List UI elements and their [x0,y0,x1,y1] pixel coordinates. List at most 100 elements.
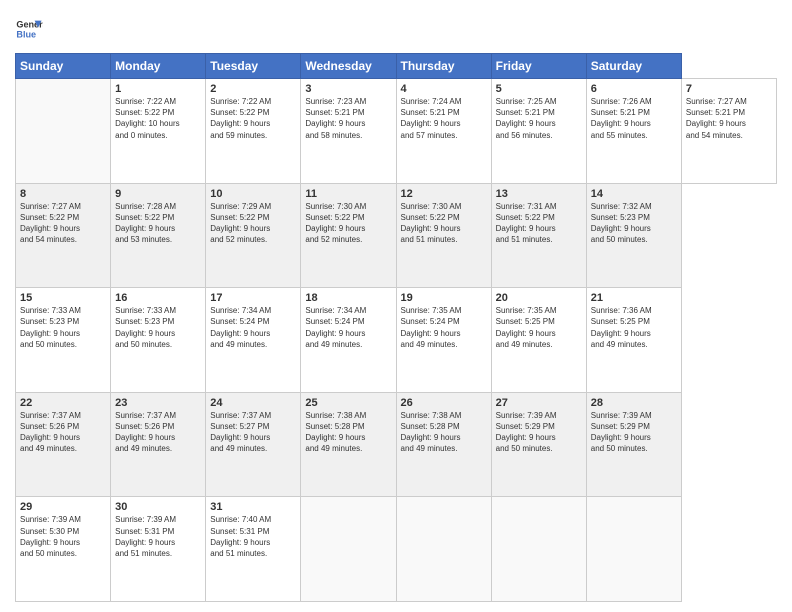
day-info: Sunrise: 7:38 AM Sunset: 5:28 PM Dayligh… [401,410,487,455]
column-header-friday: Friday [491,54,586,79]
day-cell-13: 13Sunrise: 7:31 AM Sunset: 5:22 PM Dayli… [491,183,586,288]
day-info: Sunrise: 7:27 AM Sunset: 5:21 PM Dayligh… [686,96,772,141]
day-info: Sunrise: 7:37 AM Sunset: 5:26 PM Dayligh… [115,410,201,455]
day-info: Sunrise: 7:29 AM Sunset: 5:22 PM Dayligh… [210,201,296,246]
day-number: 8 [20,188,106,200]
day-cell-2: 2Sunrise: 7:22 AM Sunset: 5:22 PM Daylig… [206,79,301,184]
column-header-thursday: Thursday [396,54,491,79]
day-cell-12: 12Sunrise: 7:30 AM Sunset: 5:22 PM Dayli… [396,183,491,288]
day-number: 1 [115,83,201,95]
calendar-body: 1 Sunrise: 7:22 AM Sunset: 5:22 PM Daylig… [16,79,777,602]
day-info: Sunrise: 7:37 AM Sunset: 5:26 PM Dayligh… [20,410,106,455]
day-cell-9: 9Sunrise: 7:28 AM Sunset: 5:22 PM Daylig… [111,183,206,288]
logo: General Blue [15,15,43,43]
column-header-sunday: Sunday [16,54,111,79]
day-info: Sunrise: 7:24 AM Sunset: 5:21 PM Dayligh… [401,96,487,141]
day-number: 26 [401,397,487,409]
column-header-monday: Monday [111,54,206,79]
empty-cell [301,497,396,602]
day-number: 12 [401,188,487,200]
day-cell-29: 29Sunrise: 7:39 AM Sunset: 5:30 PM Dayli… [16,497,111,602]
day-info: Sunrise: 7:30 AM Sunset: 5:22 PM Dayligh… [305,201,391,246]
day-info: Sunrise: 7:40 AM Sunset: 5:31 PM Dayligh… [210,514,296,559]
empty-cell [16,79,111,184]
logo-icon: General Blue [15,15,43,43]
main-container: General Blue SundayMondayTuesdayWednesda… [0,0,792,612]
day-cell-26: 26Sunrise: 7:38 AM Sunset: 5:28 PM Dayli… [396,392,491,497]
day-cell-14: 14Sunrise: 7:32 AM Sunset: 5:23 PM Dayli… [586,183,681,288]
day-number: 20 [496,292,582,304]
day-number: 22 [20,397,106,409]
day-cell-16: 16Sunrise: 7:33 AM Sunset: 5:23 PM Dayli… [111,288,206,393]
day-info: Sunrise: 7:28 AM Sunset: 5:22 PM Dayligh… [115,201,201,246]
day-number: 9 [115,188,201,200]
column-header-saturday: Saturday [586,54,681,79]
day-number: 13 [496,188,582,200]
week-row-1: 1 Sunrise: 7:22 AM Sunset: 5:22 PM Daylig… [16,79,777,184]
day-number: 4 [401,83,487,95]
day-cell-31: 31Sunrise: 7:40 AM Sunset: 5:31 PM Dayli… [206,497,301,602]
day-cell-18: 18Sunrise: 7:34 AM Sunset: 5:24 PM Dayli… [301,288,396,393]
day-number: 24 [210,397,296,409]
day-number: 15 [20,292,106,304]
day-number: 3 [305,83,391,95]
day-cell-22: 22Sunrise: 7:37 AM Sunset: 5:26 PM Dayli… [16,392,111,497]
column-header-wednesday: Wednesday [301,54,396,79]
day-cell-19: 19Sunrise: 7:35 AM Sunset: 5:24 PM Dayli… [396,288,491,393]
day-info: Sunrise: 7:26 AM Sunset: 5:21 PM Dayligh… [591,96,677,141]
header: General Blue [15,15,777,43]
day-info: Sunrise: 7:39 AM Sunset: 5:29 PM Dayligh… [496,410,582,455]
day-info: Sunrise: 7:30 AM Sunset: 5:22 PM Dayligh… [401,201,487,246]
day-number: 27 [496,397,582,409]
day-number: 11 [305,188,391,200]
day-info: Sunrise: 7:23 AM Sunset: 5:21 PM Dayligh… [305,96,391,141]
day-info: Sunrise: 7:27 AM Sunset: 5:22 PM Dayligh… [20,201,106,246]
calendar-header: SundayMondayTuesdayWednesdayThursdayFrid… [16,54,777,79]
calendar-table: SundayMondayTuesdayWednesdayThursdayFrid… [15,53,777,602]
day-cell-24: 24Sunrise: 7:37 AM Sunset: 5:27 PM Dayli… [206,392,301,497]
day-cell-1: 1Sunrise: 7:22 AM Sunset: 5:22 PM Daylig… [111,79,206,184]
day-info: Sunrise: 7:32 AM Sunset: 5:23 PM Dayligh… [591,201,677,246]
day-cell-23: 23Sunrise: 7:37 AM Sunset: 5:26 PM Dayli… [111,392,206,497]
day-cell-5: 5Sunrise: 7:25 AM Sunset: 5:21 PM Daylig… [491,79,586,184]
day-cell-30: 30Sunrise: 7:39 AM Sunset: 5:31 PM Dayli… [111,497,206,602]
day-info: Sunrise: 7:33 AM Sunset: 5:23 PM Dayligh… [20,305,106,350]
day-cell-21: 21Sunrise: 7:36 AM Sunset: 5:25 PM Dayli… [586,288,681,393]
column-header-tuesday: Tuesday [206,54,301,79]
day-info: Sunrise: 7:36 AM Sunset: 5:25 PM Dayligh… [591,305,677,350]
day-info: Sunrise: 7:39 AM Sunset: 5:31 PM Dayligh… [115,514,201,559]
day-info: Sunrise: 7:25 AM Sunset: 5:21 PM Dayligh… [496,96,582,141]
empty-cell [396,497,491,602]
day-number: 31 [210,501,296,513]
day-cell-17: 17Sunrise: 7:34 AM Sunset: 5:24 PM Dayli… [206,288,301,393]
day-cell-20: 20Sunrise: 7:35 AM Sunset: 5:25 PM Dayli… [491,288,586,393]
svg-text:Blue: Blue [16,29,36,39]
day-cell-8: 8Sunrise: 7:27 AM Sunset: 5:22 PM Daylig… [16,183,111,288]
day-number: 14 [591,188,677,200]
day-info: Sunrise: 7:31 AM Sunset: 5:22 PM Dayligh… [496,201,582,246]
day-info: Sunrise: 7:35 AM Sunset: 5:25 PM Dayligh… [496,305,582,350]
day-cell-11: 11Sunrise: 7:30 AM Sunset: 5:22 PM Dayli… [301,183,396,288]
week-row-3: 15Sunrise: 7:33 AM Sunset: 5:23 PM Dayli… [16,288,777,393]
week-row-4: 22Sunrise: 7:37 AM Sunset: 5:26 PM Dayli… [16,392,777,497]
day-number: 2 [210,83,296,95]
day-number: 29 [20,501,106,513]
day-number: 16 [115,292,201,304]
day-info: Sunrise: 7:22 AM Sunset: 5:22 PM Dayligh… [210,96,296,141]
week-row-5: 29Sunrise: 7:39 AM Sunset: 5:30 PM Dayli… [16,497,777,602]
day-info: Sunrise: 7:34 AM Sunset: 5:24 PM Dayligh… [305,305,391,350]
day-number: 30 [115,501,201,513]
day-cell-28: 28Sunrise: 7:39 AM Sunset: 5:29 PM Dayli… [586,392,681,497]
day-cell-25: 25Sunrise: 7:38 AM Sunset: 5:28 PM Dayli… [301,392,396,497]
day-info: Sunrise: 7:37 AM Sunset: 5:27 PM Dayligh… [210,410,296,455]
empty-cell [586,497,681,602]
day-number: 23 [115,397,201,409]
day-cell-3: 3Sunrise: 7:23 AM Sunset: 5:21 PM Daylig… [301,79,396,184]
day-number: 25 [305,397,391,409]
day-number: 10 [210,188,296,200]
day-cell-15: 15Sunrise: 7:33 AM Sunset: 5:23 PM Dayli… [16,288,111,393]
empty-cell [491,497,586,602]
day-number: 18 [305,292,391,304]
day-cell-7: 7Sunrise: 7:27 AM Sunset: 5:21 PM Daylig… [681,79,776,184]
day-number: 17 [210,292,296,304]
